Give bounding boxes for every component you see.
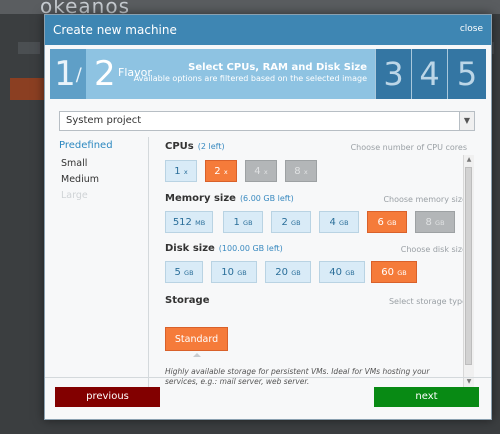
disk-left: (100.00 GB left)	[218, 244, 283, 253]
cpu-option-2[interactable]: 2 x	[205, 160, 237, 182]
disk-label: Disk size (100.00 GB left)	[165, 243, 283, 254]
step-4[interactable]: 4	[411, 49, 447, 99]
step-3[interactable]: 3	[375, 49, 411, 99]
cpu-option-4: 4 x	[245, 160, 277, 182]
disk-option-60gb[interactable]: 60 GB	[371, 261, 417, 283]
cpus-left: (2 left)	[197, 142, 225, 151]
cpu-option-1[interactable]: 1 x	[165, 160, 197, 182]
disk-option-40gb[interactable]: 40 GB	[319, 261, 365, 283]
memory-label: Memory size (6.00 GB left)	[165, 193, 294, 204]
step-2-current: 2 Flavor Select CPUs, RAM and Disk Size …	[86, 49, 375, 99]
memory-option-6gb[interactable]: 6 GB	[367, 211, 407, 233]
footer-divider	[45, 377, 491, 378]
memory-option-8gb: 8 GB	[415, 211, 455, 233]
scrollbar-thumb[interactable]	[465, 167, 472, 365]
predefined-medium[interactable]: Medium	[61, 174, 99, 185]
cpus-hint: Choose number of CPU cores	[350, 143, 467, 152]
predefined-large: Large	[61, 190, 88, 201]
cpus-label: CPUs (2 left)	[165, 141, 225, 152]
close-button[interactable]: close	[460, 24, 483, 34]
step-5[interactable]: 5	[447, 49, 486, 99]
storage-standard-button[interactable]: Standard	[165, 327, 228, 351]
dialog-title: Create new machine	[53, 23, 177, 37]
storage-label: Storage	[165, 295, 210, 306]
memory-option-2gb[interactable]: 2 GB	[271, 211, 311, 233]
project-select[interactable]: System project ▼	[59, 111, 475, 131]
step-1[interactable]: 1/	[50, 49, 86, 99]
flavor-config-panel: CPUs (2 left) Choose number of CPU cores …	[149, 137, 469, 387]
predefined-small[interactable]: Small	[61, 158, 87, 169]
disk-option-10gb[interactable]: 10 GB	[211, 261, 257, 283]
previous-button[interactable]: previous	[55, 387, 160, 407]
background-orange-block	[10, 78, 44, 100]
disk-option-20gb[interactable]: 20 GB	[265, 261, 311, 283]
cpu-option-8: 8 x	[285, 160, 317, 182]
step-2-subtitle: Available options are filtered based on …	[133, 74, 367, 83]
wizard-steps: 1/ 2 Flavor Select CPUs, RAM and Disk Si…	[45, 49, 491, 99]
background-tab	[18, 42, 40, 54]
scroll-up-icon[interactable]: ▲	[464, 155, 474, 165]
scroll-down-icon[interactable]: ▼	[464, 377, 474, 387]
memory-option-512mb[interactable]: 512 MB	[165, 211, 213, 233]
step-2-title: Select CPUs, RAM and Disk Size	[188, 62, 367, 73]
project-select-value: System project	[66, 115, 142, 126]
memory-left: (6.00 GB left)	[239, 194, 294, 203]
create-machine-dialog: Create new machine close 1/ 2 Flavor Sel…	[44, 14, 492, 420]
chevron-down-icon[interactable]: ▼	[459, 112, 474, 130]
caret-up-icon	[193, 353, 201, 357]
step-1-number: 1	[54, 54, 76, 94]
next-button[interactable]: next	[374, 387, 479, 407]
dialog-header: Create new machine close	[45, 15, 491, 45]
config-scrollbar[interactable]: ▲ ▼	[463, 155, 474, 387]
storage-hint: Select storage type	[388, 297, 467, 306]
memory-hint: Choose memory size	[383, 195, 467, 204]
memory-option-4gb[interactable]: 4 GB	[319, 211, 359, 233]
disk-option-5gb[interactable]: 5 GB	[165, 261, 203, 283]
step-2-number: 2	[94, 54, 116, 94]
step-1-separator: /	[75, 64, 82, 86]
memory-option-1gb[interactable]: 1 GB	[223, 211, 263, 233]
predefined-title: Predefined	[59, 140, 113, 151]
disk-hint: Choose disk size	[400, 245, 467, 254]
